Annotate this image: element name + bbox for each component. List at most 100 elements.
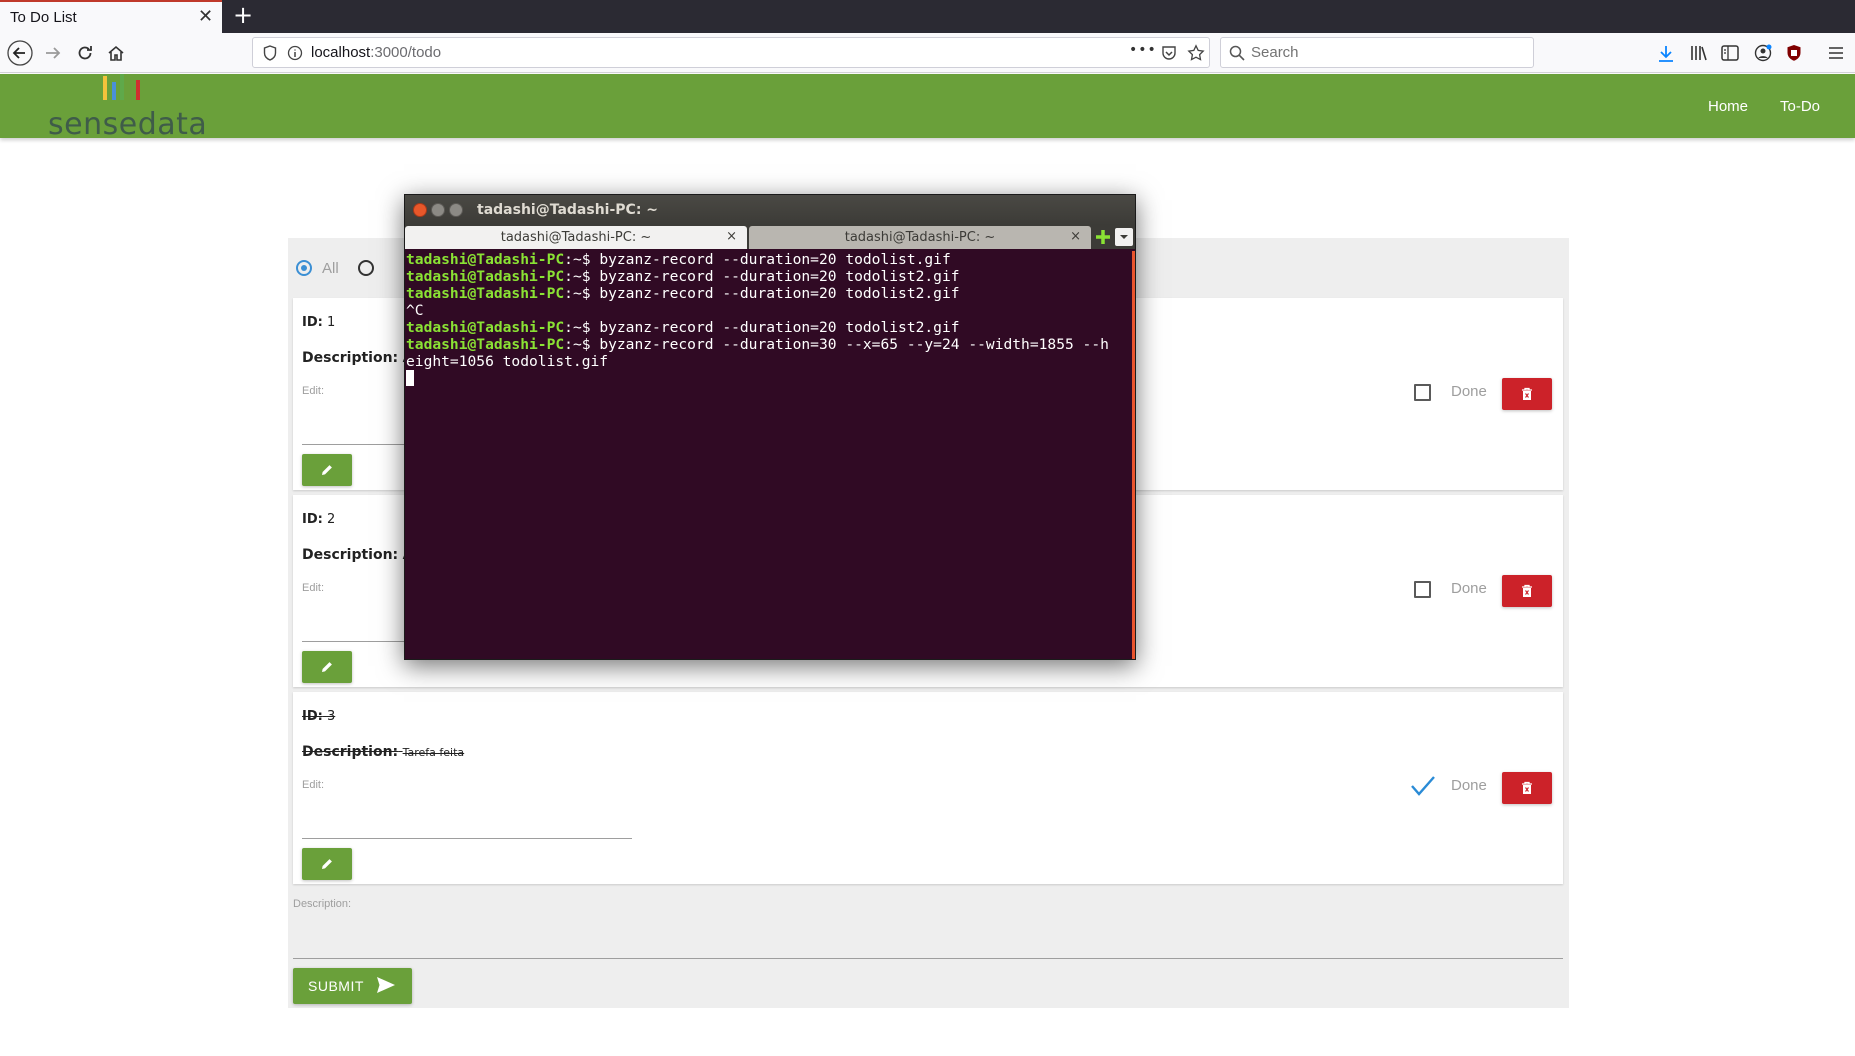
done-label[interactable]: Done — [1451, 777, 1487, 794]
filter-all-radio[interactable] — [296, 260, 312, 276]
back-button[interactable] — [5, 38, 35, 68]
delete-button[interactable] — [1502, 575, 1552, 607]
terminal-scrollbar[interactable] — [1132, 251, 1135, 659]
checkmark-icon[interactable] — [1409, 774, 1437, 798]
terminal-prompt: tadashi@Tadashi-PC — [406, 251, 565, 268]
library-icon[interactable] — [1690, 45, 1708, 61]
address-bar[interactable]: localhost:3000/todo ••• — [252, 37, 1210, 68]
new-tab-button[interactable]: + — [233, 1, 253, 29]
forward-button[interactable] — [38, 38, 68, 68]
close-window-icon[interactable] — [413, 203, 427, 217]
logo-wordmark: sensedata — [48, 107, 208, 142]
nav-link-todo[interactable]: To-Do — [1780, 98, 1820, 115]
edit-field-label: Edit: — [302, 779, 325, 791]
todo-id-value: 3 — [326, 709, 336, 724]
terminal-line: tadashi@Tadashi-PC:~$ byzanz-record --du… — [406, 336, 1134, 353]
site-header: sensedata Home To-Do — [0, 74, 1855, 142]
downloads-icon[interactable] — [1658, 45, 1674, 63]
todo-description-label: Description: — [302, 547, 399, 563]
trash-icon — [1522, 387, 1532, 400]
terminal-prompt-suffix: :~$ — [564, 268, 600, 285]
terminal-tab-2[interactable]: tadashi@Tadashi-PC: ~ × — [749, 226, 1091, 249]
search-icon — [1229, 45, 1245, 61]
home-icon — [108, 45, 124, 61]
sensedata-logo[interactable]: sensedata — [48, 74, 207, 142]
terminal-command: eight=1056 todolist.gif — [406, 353, 609, 370]
terminal-prompt-suffix: :~$ — [564, 336, 600, 353]
filter-all-label[interactable]: All — [322, 260, 339, 277]
back-arrow-icon — [7, 40, 33, 66]
info-icon[interactable] — [287, 45, 303, 61]
terminal-prompt: tadashi@Tadashi-PC — [406, 319, 565, 336]
delete-button[interactable] — [1502, 772, 1552, 804]
reload-button[interactable] — [70, 38, 100, 68]
terminal-tab-1[interactable]: tadashi@Tadashi-PC: ~ × — [405, 226, 747, 249]
maximize-window-icon[interactable] — [449, 203, 463, 217]
close-tab-icon[interactable]: × — [1070, 229, 1081, 244]
todo-description-label: Description: — [302, 744, 399, 760]
todo-item: ID: 3 Description: Tarefa feita Edit: Do… — [293, 692, 1563, 884]
edit-button[interactable] — [302, 848, 352, 880]
todo-id-label: ID: — [302, 315, 323, 330]
terminal-prompt-suffix: :~$ — [564, 285, 600, 302]
terminal-line: tadashi@Tadashi-PC:~$ byzanz-record --du… — [406, 268, 1134, 285]
logo-bar-blue — [112, 82, 116, 100]
browser-tab-todo[interactable]: To Do List ✕ — [0, 0, 222, 33]
edit-field-label: Edit: — [302, 582, 325, 594]
forward-arrow-icon — [46, 47, 61, 59]
terminal-prompt: tadashi@Tadashi-PC — [406, 285, 565, 302]
search-placeholder: Search — [1251, 44, 1299, 61]
terminal-prompt-suffix: :~$ — [564, 319, 600, 336]
todo-description-label: Description: — [302, 350, 399, 366]
todo-description: Description: A — [302, 547, 410, 563]
done-checkbox[interactable] — [1414, 581, 1431, 598]
trash-icon — [1522, 584, 1532, 597]
nav-link-home[interactable]: Home — [1708, 98, 1748, 115]
terminal-tab-menu-button[interactable] — [1115, 228, 1133, 246]
page-actions-icon[interactable]: ••• — [1129, 42, 1157, 58]
filter-second-radio[interactable] — [358, 260, 374, 276]
done-checkbox[interactable] — [1414, 384, 1431, 401]
ublock-shield-icon[interactable] — [1786, 44, 1802, 62]
shield-icon[interactable] — [263, 45, 277, 61]
todo-id: ID: 2 — [302, 512, 335, 527]
terminal-tab-strip: tadashi@Tadashi-PC: ~ × tadashi@Tadashi-… — [405, 225, 1135, 249]
terminal-output[interactable]: tadashi@Tadashi-PC:~$ byzanz-record --du… — [405, 251, 1135, 659]
delete-button[interactable] — [1502, 378, 1552, 410]
terminal-cursor — [406, 370, 414, 386]
todo-id: ID: 3 — [302, 709, 335, 724]
home-button[interactable] — [101, 38, 131, 68]
terminal-line: eight=1056 todolist.gif — [406, 353, 1134, 370]
done-label[interactable]: Done — [1451, 580, 1487, 597]
logo-bar-green — [120, 74, 124, 100]
submit-button[interactable]: SUBMIT — [293, 968, 412, 1004]
terminal-titlebar[interactable]: tadashi@Tadashi-PC: ~ — [405, 195, 1135, 225]
close-tab-icon[interactable]: ✕ — [198, 6, 213, 27]
pocket-icon[interactable] — [1161, 45, 1177, 61]
account-icon[interactable] — [1754, 44, 1772, 62]
done-label[interactable]: Done — [1451, 383, 1487, 400]
minimize-window-icon[interactable] — [431, 203, 445, 217]
todo-description-value: Tarefa feita — [402, 746, 465, 759]
new-terminal-tab-icon[interactable] — [1093, 225, 1113, 249]
logo-bar-yellow — [103, 76, 107, 100]
terminal-prompt: tadashi@Tadashi-PC — [406, 336, 565, 353]
menu-hamburger-icon[interactable] — [1828, 46, 1844, 60]
search-bar[interactable]: Search — [1220, 37, 1534, 68]
new-description-input[interactable] — [293, 958, 1563, 959]
terminal-command: byzanz-record --duration=20 todolist2.gi… — [599, 268, 960, 285]
edit-button[interactable] — [302, 651, 352, 683]
reload-icon — [78, 46, 92, 60]
terminal-window[interactable]: tadashi@Tadashi-PC: ~ tadashi@Tadashi-PC… — [404, 194, 1136, 660]
browser-toolbar: localhost:3000/todo ••• Search — [0, 33, 1855, 73]
terminal-tab-label: tadashi@Tadashi-PC: ~ — [844, 230, 996, 245]
edit-field[interactable] — [302, 838, 632, 839]
url-text[interactable]: localhost:3000/todo — [311, 44, 441, 61]
close-tab-icon[interactable]: × — [726, 229, 737, 244]
logo-bar-red — [136, 80, 140, 100]
bookmark-star-icon[interactable] — [1187, 44, 1205, 62]
edit-button[interactable] — [302, 454, 352, 486]
sidebar-icon[interactable] — [1721, 45, 1739, 61]
todo-description: Description: A — [302, 350, 410, 366]
new-description-label: Description: — [293, 898, 352, 910]
